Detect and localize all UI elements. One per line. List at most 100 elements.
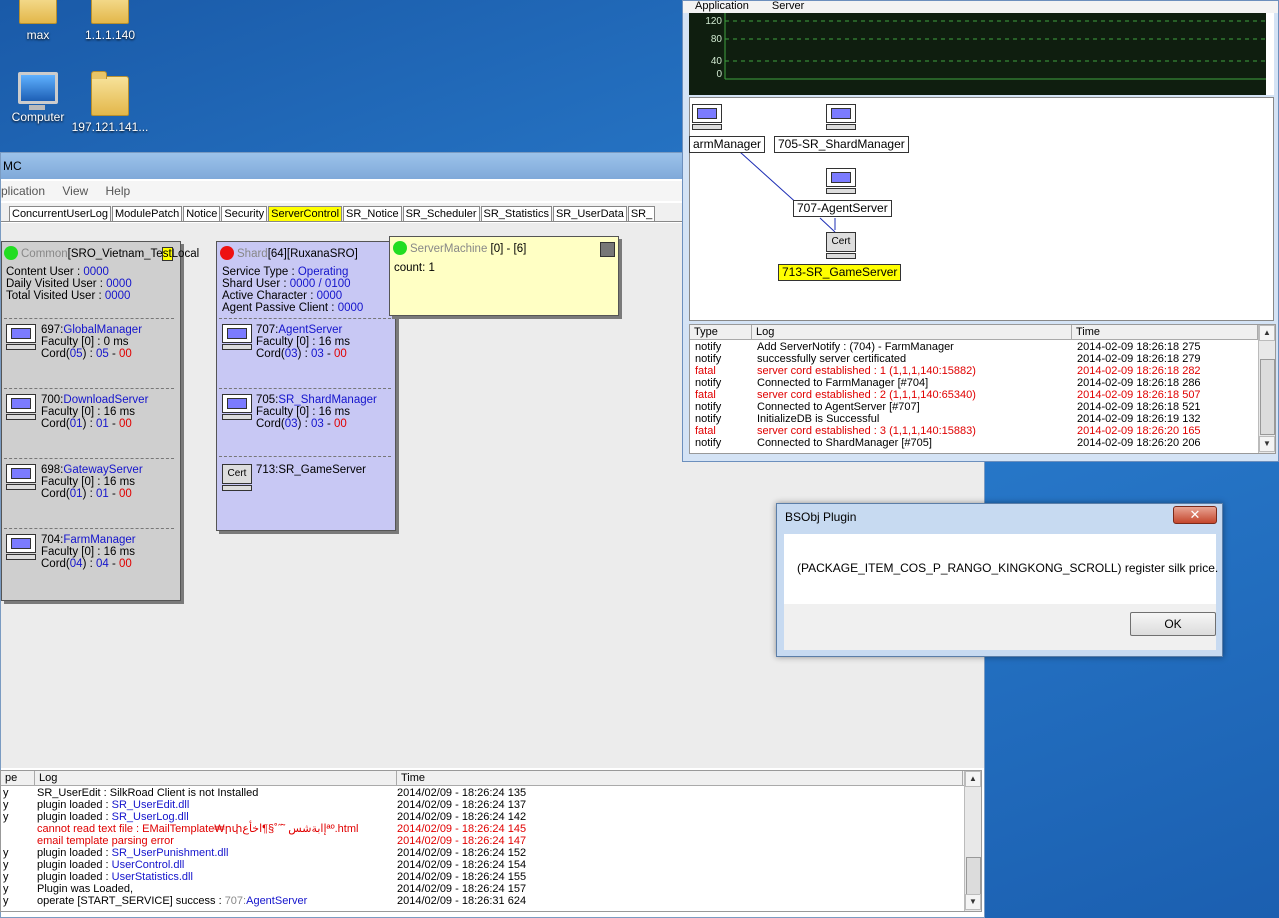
- tab-notice[interactable]: Notice: [183, 206, 221, 221]
- log-time: 2014/02/09 - 18:26:24 157: [397, 883, 527, 895]
- log-message: plugin loaded : SR_UserPunishment.dll: [37, 847, 229, 859]
- divider: [219, 388, 391, 389]
- menu-server[interactable]: Server: [772, 0, 804, 12]
- agent-server-node-icon[interactable]: [826, 168, 856, 194]
- col-log[interactable]: Log: [35, 771, 397, 785]
- agent-server-node[interactable]: 707-AgentServer: [793, 200, 892, 217]
- log-message: plugin loaded : SR_UserLog.dll: [37, 811, 189, 823]
- col-type[interactable]: Type: [690, 325, 752, 339]
- server-machine-title: ServerMachine [0] - [6]: [393, 241, 526, 257]
- log-row[interactable]: fatal server cord established : 3 (1,1,1,…: [690, 425, 1275, 437]
- log-type: fatal: [695, 389, 716, 401]
- farm-manager-node[interactable]: armManager: [689, 136, 766, 153]
- log-time: 2014/02/09 - 18:26:24 155: [397, 871, 527, 883]
- topology-link: [739, 151, 801, 207]
- folder-icon: [91, 71, 129, 116]
- tab-sr-scheduler[interactable]: SR_Scheduler: [402, 206, 480, 221]
- log-type: notify: [695, 437, 722, 449]
- game-server-node[interactable]: 713-SR_GameServer: [778, 264, 902, 281]
- log-message: Connected to AgentServer [#707]: [757, 401, 920, 413]
- tab-security[interactable]: Security: [221, 206, 268, 221]
- log-message: server cord established : 2 (1,1,1,140:6…: [757, 389, 976, 401]
- log-type: fatal: [695, 365, 716, 377]
- divider: [219, 318, 391, 319]
- tab-concurrent-user-log[interactable]: ConcurrentUserLog: [9, 206, 111, 221]
- tab-module-patch[interactable]: ModulePatch: [112, 206, 183, 221]
- scroll-thumb[interactable]: [1260, 359, 1275, 435]
- desktop-icon-label: 1.1.1.140: [84, 28, 136, 42]
- log-row[interactable]: cannot read text file : EMailTemplate₩րփ…: [1, 823, 981, 835]
- dialog-title: BSObj Plugin: [785, 510, 857, 524]
- scroll-thumb[interactable]: [966, 857, 981, 895]
- tab-sr-userdata[interactable]: SR_UserData: [552, 206, 627, 221]
- ok-button[interactable]: OK: [1130, 612, 1216, 636]
- scroll-up-icon[interactable]: ▲: [965, 771, 981, 787]
- shard-manager-node[interactable]: 705-SR_ShardManager: [774, 136, 909, 153]
- log-row[interactable]: y operate [START_SERVICE] success : 707:A…: [1, 895, 981, 907]
- common-card[interactable]: Common[SRO_Vietnam_TestLocal Content Use…: [1, 241, 199, 601]
- log-row[interactable]: y plugin loaded : UserControl.dll 2014/02/…: [1, 859, 981, 871]
- scroll-up-icon[interactable]: ▲: [1259, 325, 1275, 341]
- log-type: y: [3, 811, 9, 823]
- shard-stats: Service Type : Operating Shard User : 00…: [222, 266, 364, 314]
- shard-manager-node-icon[interactable]: [826, 104, 856, 130]
- menu-application[interactable]: plication: [1, 184, 45, 198]
- scroll-down-icon[interactable]: ▼: [965, 894, 981, 910]
- cert-icon: Cert: [222, 464, 252, 492]
- main-log-table: pe Log Time y SR_UserEdit : SilkRoad Clie…: [0, 770, 982, 912]
- menu-view[interactable]: View: [62, 184, 88, 198]
- log-row[interactable]: email template parsing error 2014/02/09 -…: [1, 835, 981, 847]
- log-type: notify: [695, 353, 722, 365]
- log-row[interactable]: y plugin loaded : SR_UserEdit.dll 2014/02/…: [1, 799, 981, 811]
- log-type: y: [3, 787, 9, 799]
- col-type[interactable]: pe: [1, 771, 35, 785]
- col-log[interactable]: Log: [752, 325, 1072, 339]
- log-type: y: [3, 847, 9, 859]
- tab-server-control[interactable]: ServerControl: [268, 206, 343, 221]
- col-time[interactable]: Time: [397, 771, 963, 785]
- log-row[interactable]: fatal server cord established : 1 (1,1,1,…: [690, 365, 1275, 377]
- log-message: email template parsing error: [37, 835, 174, 847]
- log-type: notify: [695, 341, 722, 353]
- desktop-icon-label: max: [26, 28, 50, 42]
- log-row[interactable]: y SR_UserEdit : SilkRoad Client is not In…: [1, 787, 981, 799]
- log-row[interactable]: notify Connected to ShardManager [#705] 20…: [690, 437, 1275, 449]
- log-type: y: [3, 799, 9, 811]
- tab-sr-more[interactable]: SR_: [627, 206, 656, 221]
- log-scrollbar[interactable]: ▲ ▼: [1258, 325, 1275, 453]
- shard-card[interactable]: Shard[64][RuxanaSRO] Service Type : Oper…: [216, 241, 405, 531]
- log-row[interactable]: notify Connected to AgentServer [#707] 201…: [690, 401, 1275, 413]
- cert-icon[interactable]: Cert: [826, 232, 856, 260]
- log-row[interactable]: y plugin loaded : UserStatistics.dll 2014/…: [1, 871, 981, 883]
- col-time[interactable]: Time: [1072, 325, 1258, 339]
- topology-link: [819, 217, 836, 233]
- log-row[interactable]: notify InitializeDB is Successful 2014-02-…: [690, 413, 1275, 425]
- folder-icon: [19, 0, 57, 24]
- card-toggle-button[interactable]: [600, 242, 615, 257]
- log-row[interactable]: fatal server cord established : 2 (1,1,1,…: [690, 389, 1275, 401]
- desktop-icon-197[interactable]: 197.121.141...: [65, 71, 155, 134]
- tab-sr-notice[interactable]: SR_Notice: [343, 206, 402, 221]
- log-message: Connected to ShardManager [#705]: [757, 437, 932, 449]
- log-row[interactable]: notify Add ServerNotify : (704) - FarmMan…: [690, 341, 1275, 353]
- log-row[interactable]: notify Connected to FarmManager [#704] 201…: [690, 377, 1275, 389]
- server-machine-card[interactable]: ServerMachine [0] - [6] count: 1: [389, 236, 619, 316]
- log-message: plugin loaded : UserStatistics.dll: [37, 871, 193, 883]
- log-row[interactable]: y plugin loaded : SR_UserPunishment.dll 20…: [1, 847, 981, 859]
- log-type: notify: [695, 413, 722, 425]
- shard-card-title: Shard[64][RuxanaSRO]: [220, 246, 358, 262]
- log-scrollbar[interactable]: ▲ ▼: [964, 771, 981, 911]
- log-row[interactable]: y plugin loaded : SR_UserLog.dll 2014/02/0…: [1, 811, 981, 823]
- desktop-icon-1.1.1.140[interactable]: 1.1.1.140: [65, 0, 155, 42]
- close-icon[interactable]: ✕: [1173, 506, 1217, 524]
- menu-help[interactable]: Help: [106, 184, 131, 198]
- menu-application[interactable]: Application: [695, 0, 749, 12]
- graph-tick-label: 120: [705, 16, 722, 27]
- server-monitor-icon: [6, 394, 36, 420]
- scroll-down-icon[interactable]: ▼: [1259, 436, 1275, 452]
- tab-sr-statistics[interactable]: SR_Statistics: [480, 206, 552, 221]
- log-time: 2014-02-09 18:26:18 286: [1077, 377, 1201, 389]
- log-row[interactable]: y Plugin was Loaded, 2014/02/09 - 18:26:24…: [1, 883, 981, 895]
- farm-manager-node-icon[interactable]: [692, 104, 722, 130]
- log-row[interactable]: notify successfully server certificated 20…: [690, 353, 1275, 365]
